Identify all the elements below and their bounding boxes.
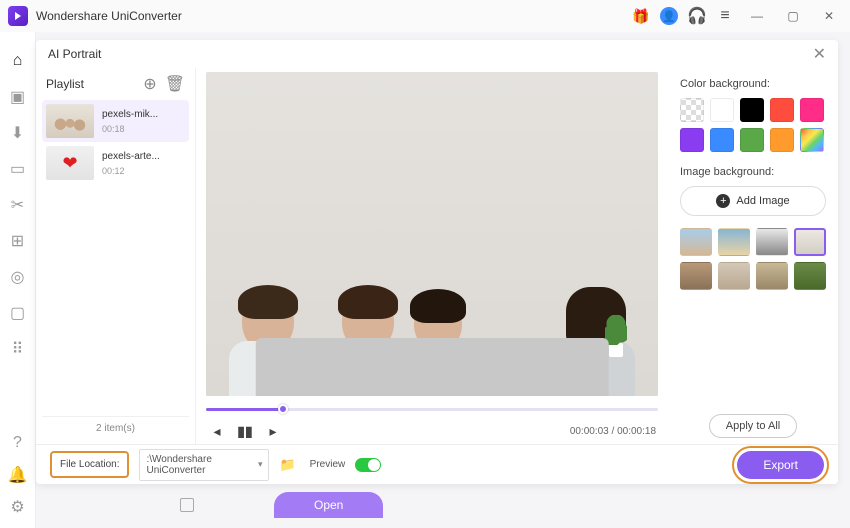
image-thumb[interactable] bbox=[718, 262, 750, 290]
image-thumb[interactable] bbox=[680, 228, 712, 256]
playlist-item[interactable]: pexels-arte... 00:12 bbox=[42, 142, 189, 184]
image-thumbnails bbox=[680, 228, 826, 290]
image-thumb[interactable] bbox=[756, 262, 788, 290]
preview-toggle[interactable] bbox=[355, 458, 381, 472]
color-swatch-black[interactable] bbox=[740, 98, 764, 122]
apply-all-button[interactable]: Apply to All bbox=[709, 414, 797, 438]
user-avatar-icon[interactable]: 👤 bbox=[660, 7, 678, 25]
export-button[interactable]: Export bbox=[737, 451, 824, 479]
playlist-item-name: pexels-arte... bbox=[102, 151, 160, 162]
player-controls: ◂ ▮▮ ▸ 00:00:03 / 00:00:18 bbox=[206, 418, 658, 444]
screen-icon[interactable]: ▭ bbox=[8, 160, 28, 178]
chevron-down-icon[interactable]: ▾ bbox=[258, 459, 263, 470]
playlist-item[interactable]: pexels-mik... 00:18 bbox=[42, 100, 189, 142]
playlist-thumb bbox=[46, 104, 94, 138]
help-icon[interactable]: ? bbox=[8, 434, 28, 452]
file-location-value: :\Wondershare UniConverter bbox=[146, 454, 257, 476]
color-swatch-purple[interactable] bbox=[680, 128, 704, 152]
minimize-button[interactable]: — bbox=[744, 5, 770, 27]
plus-icon: + bbox=[716, 194, 730, 208]
delete-item-icon[interactable]: 🗑 bbox=[165, 74, 185, 94]
image-thumb[interactable] bbox=[680, 262, 712, 290]
menu-icon[interactable]: ≡ bbox=[716, 7, 734, 25]
playlist-thumb bbox=[46, 146, 94, 180]
color-swatch-white[interactable] bbox=[710, 98, 734, 122]
color-swatch-pink[interactable] bbox=[800, 98, 824, 122]
preview-toggle-label: Preview bbox=[310, 459, 346, 470]
playlist-item-duration: 00:12 bbox=[102, 166, 160, 176]
add-item-icon[interactable]: ⊕ bbox=[143, 74, 156, 94]
app-logo bbox=[8, 6, 28, 26]
image-thumb[interactable] bbox=[794, 228, 826, 256]
file-location-field[interactable]: :\Wondershare UniConverter ▾ bbox=[139, 449, 269, 481]
apps-icon[interactable]: ⠿ bbox=[8, 340, 28, 358]
cut-icon[interactable]: ✂ bbox=[8, 196, 28, 214]
modal-footer: File Location: :\Wondershare UniConverte… bbox=[36, 444, 838, 484]
color-swatch-blue[interactable] bbox=[710, 128, 734, 152]
tv-icon[interactable]: ▢ bbox=[8, 304, 28, 322]
settings-icon[interactable]: ⚙ bbox=[8, 498, 28, 516]
color-swatch-transparent[interactable] bbox=[680, 98, 704, 122]
gift-icon[interactable]: 🎁 bbox=[632, 7, 650, 25]
image-thumb[interactable] bbox=[718, 228, 750, 256]
stop-icon[interactable] bbox=[180, 498, 194, 512]
color-swatch-orange[interactable] bbox=[770, 128, 794, 152]
headset-icon[interactable]: 🎧 bbox=[688, 7, 706, 25]
close-button[interactable]: ✕ bbox=[816, 5, 842, 27]
playlist-count: 2 item(s) bbox=[42, 416, 189, 440]
playlist-item-duration: 00:18 bbox=[102, 124, 158, 134]
next-button[interactable]: ▸ bbox=[264, 423, 282, 440]
timeline[interactable] bbox=[206, 402, 658, 416]
file-location-label: File Location: bbox=[50, 451, 129, 478]
color-bg-label: Color background: bbox=[680, 78, 826, 90]
color-swatches bbox=[680, 98, 826, 152]
timeline-thumb[interactable] bbox=[278, 404, 288, 414]
sidebar: ⌂ ▣ ⬇ ▭ ✂ ⊞ ◎ ▢ ⠿ ? 🔔 ⚙ bbox=[0, 32, 36, 528]
image-thumb[interactable] bbox=[756, 228, 788, 256]
prev-button[interactable]: ◂ bbox=[208, 423, 226, 440]
camera-icon[interactable]: ▣ bbox=[8, 88, 28, 106]
image-thumb[interactable] bbox=[794, 262, 826, 290]
preview-panel: ◂ ▮▮ ▸ 00:00:03 / 00:00:18 bbox=[196, 68, 668, 444]
add-image-button[interactable]: + Add Image bbox=[680, 186, 826, 216]
modal-title: AI Portrait bbox=[48, 47, 101, 61]
video-preview bbox=[206, 72, 658, 396]
add-image-label: Add Image bbox=[736, 195, 789, 207]
app-title: Wondershare UniConverter bbox=[36, 9, 182, 23]
titlebar: Wondershare UniConverter 🎁 👤 🎧 ≡ — ▢ ✕ bbox=[0, 0, 850, 32]
download-icon[interactable]: ⬇ bbox=[8, 124, 28, 142]
playlist-panel: Playlist ⊕ 🗑 pexels-mik... 00:18 pexels-… bbox=[36, 68, 196, 444]
bell-icon[interactable]: 🔔 bbox=[8, 466, 28, 484]
color-swatch-red[interactable] bbox=[770, 98, 794, 122]
disc-icon[interactable]: ◎ bbox=[8, 268, 28, 286]
color-swatch-green[interactable] bbox=[740, 128, 764, 152]
image-bg-label: Image background: bbox=[680, 166, 826, 178]
playlist-item-name: pexels-mik... bbox=[102, 109, 158, 120]
modal-header: AI Portrait ✕ bbox=[36, 40, 838, 68]
pause-button[interactable]: ▮▮ bbox=[236, 423, 254, 440]
playlist-title: Playlist bbox=[46, 77, 84, 91]
export-label: Export bbox=[763, 458, 798, 472]
home-icon[interactable]: ⌂ bbox=[8, 52, 28, 70]
ai-portrait-modal: AI Portrait ✕ Playlist ⊕ 🗑 pexels-mik...… bbox=[36, 40, 838, 484]
merge-icon[interactable]: ⊞ bbox=[8, 232, 28, 250]
open-button[interactable]: Open bbox=[274, 492, 383, 518]
below-strip: Open bbox=[180, 490, 650, 520]
folder-icon[interactable]: 📁 bbox=[279, 457, 295, 473]
maximize-button[interactable]: ▢ bbox=[780, 5, 806, 27]
time-display: 00:00:03 / 00:00:18 bbox=[570, 426, 656, 437]
color-swatch-rainbow[interactable] bbox=[800, 128, 824, 152]
modal-close-icon[interactable]: ✕ bbox=[813, 44, 826, 64]
background-panel: Color background: Image background: + Ad… bbox=[668, 68, 838, 444]
